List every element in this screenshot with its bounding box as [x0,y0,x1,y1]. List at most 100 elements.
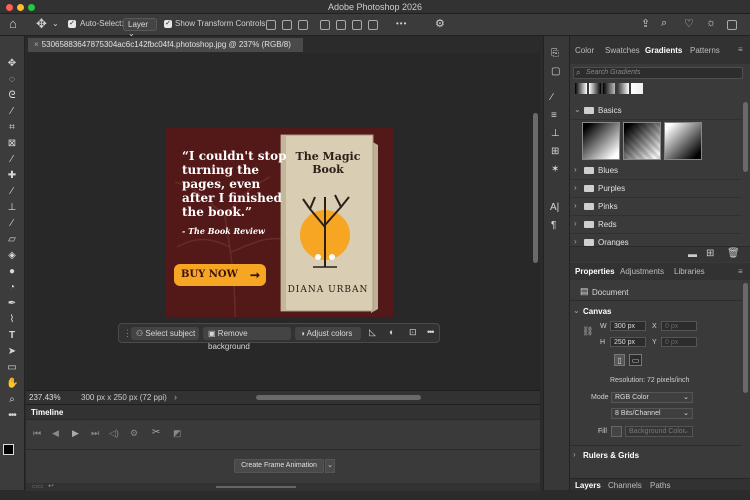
gradient-search-input[interactable]: ⌕ Search Gradients [573,67,743,79]
rectangle-tool-icon[interactable]: ▭ [6,362,18,373]
marquee-tool-icon[interactable]: ◌ [6,74,18,85]
heart-icon[interactable]: ♡ [684,17,694,30]
auto-select-checkbox[interactable]: ✓ [68,20,76,28]
align-left-icon[interactable] [266,20,276,30]
gradient-group-reds[interactable]: › Reds [570,216,742,234]
frame-tool-icon[interactable]: ⊠ [6,138,18,149]
gradient-swatch[interactable] [582,122,620,160]
canvas-area[interactable]: “I couldn't stop turning the pages, even… [26,53,540,390]
history-icon[interactable]: ⎘ [551,48,559,59]
foreground-color-swatch[interactable] [3,444,14,455]
transition-icon[interactable]: ◩ [173,428,182,439]
portrait-orientation-icon[interactable]: ▯ [614,354,625,366]
path-selection-icon[interactable]: ➤ [6,346,18,357]
tab-adjustments[interactable]: Adjustments [620,267,664,276]
adjustments-icon[interactable]: ≡ [551,110,557,121]
history-brush-icon[interactable]: ∕ [6,218,18,229]
create-frame-animation-button[interactable]: Create Frame Animation [234,459,324,473]
recent-gradient-swatch[interactable] [617,83,629,94]
stamp-tool-icon[interactable]: ⊥ [6,202,18,213]
gear-icon[interactable]: ⚙ [435,17,445,30]
distribute-icon[interactable] [368,20,378,30]
lightbulb-icon[interactable]: ☼ [706,17,716,29]
more-tools-icon[interactable]: ••• [6,410,18,421]
align-right-icon[interactable] [298,20,308,30]
glyphs-icon[interactable]: ⊞ [551,146,559,157]
recent-gradient-swatch[interactable] [603,83,615,94]
settings-icon[interactable]: ⚙ [130,428,138,439]
more-options-icon[interactable]: ••• [396,19,407,28]
tab-swatches[interactable]: Swatches [605,46,640,55]
align-center-icon[interactable] [282,20,292,30]
healing-brush-icon[interactable]: ✚ [6,170,18,181]
width-field[interactable]: 300 px [610,321,646,331]
tab-paths[interactable]: Paths [650,481,670,490]
tab-patterns[interactable]: Patterns [690,46,720,55]
search-icon[interactable]: ⌕ [661,17,667,30]
gradient-group-oranges[interactable]: › Oranges [570,234,742,246]
next-frame-icon[interactable]: ⏭ [91,428,99,439]
transform-icon[interactable]: ⊡ [409,327,417,338]
document-tab[interactable]: × 530658836478753​04ac6c142fbc04f4.photos… [28,38,303,52]
zoom-level[interactable]: 237.43% [29,393,61,402]
zoom-tool-icon[interactable]: ⌕ [6,394,18,405]
move-tool-icon[interactable]: ✥ [36,16,47,32]
move-tool-icon[interactable]: ✥ [6,58,18,69]
new-gradient-icon[interactable]: ⊞ [706,248,714,259]
canvas-vertical-scrollbar[interactable] [533,113,538,263]
pen-tool-icon-2[interactable]: ⌇ [6,314,18,325]
properties-scrollbar[interactable] [743,283,748,393]
align-bottom-icon[interactable] [352,20,362,30]
recent-gradient-swatch[interactable] [631,83,643,94]
auto-select-dropdown[interactable]: Layer ⌄ [123,18,157,38]
panel-menu-icon[interactable]: ≡ [738,267,743,276]
animation-dropdown-chevron-icon[interactable]: ⌄ [325,459,335,473]
clone-source-icon[interactable]: ⊥ [551,128,560,139]
select-subject-button[interactable]: ⚇ Select subject [131,327,199,340]
panel-menu-icon[interactable]: ≡ [738,45,743,54]
crop-tool-icon[interactable]: ⌗ [6,122,18,133]
comment-icon[interactable]: ▢ [551,66,560,77]
lasso-tool-icon[interactable]: ᘓ [6,90,18,101]
home-icon[interactable]: ⌂ [9,16,17,31]
adjust-colors-button[interactable]: ◑ Adjust colors [295,327,361,340]
chevron-right-icon[interactable]: › [174,392,177,402]
tab-properties[interactable]: Properties [575,267,615,276]
magic-wand-tool-icon[interactable]: ⁄ [6,106,18,117]
eraser-tool-icon[interactable]: ▱ [6,234,18,245]
gradient-group-blues[interactable]: › Blues [570,162,742,180]
gradients-scrollbar[interactable] [743,102,748,172]
workspace-icon[interactable] [727,20,737,30]
adjustment-layer-icon[interactable]: ◐ [389,327,394,337]
recent-gradient-swatch[interactable] [575,83,587,94]
fill-dropdown[interactable]: Background Color ⌄ [625,426,693,437]
brush-tool-icon[interactable]: ∕ [6,186,18,197]
canvas-horizontal-scrollbar[interactable] [256,395,421,400]
pen-tool-icon[interactable]: ✒ [6,298,18,309]
blur-tool-icon[interactable]: ● [6,266,18,277]
remove-background-button[interactable]: ▣ Remove background [203,327,291,351]
show-transform-checkbox[interactable]: ✓ [164,20,172,28]
tab-libraries[interactable]: Libraries [674,267,705,276]
align-middle-icon[interactable] [336,20,346,30]
paragraph-icon[interactable]: ¶ [551,220,556,231]
gradient-group-pinks[interactable]: › Pinks [570,198,742,216]
y-field[interactable]: 0 px [661,337,697,347]
mode-dropdown[interactable]: RGB Color ⌄ [611,392,693,403]
recent-gradient-swatch[interactable] [589,83,601,94]
hand-tool-icon[interactable]: ✋ [6,378,18,389]
type-tool-icon[interactable]: T [6,330,18,341]
tab-color[interactable]: Color [575,46,594,55]
buy-now-button[interactable]: BUY NOW ➞ [174,264,266,286]
gradient-swatch[interactable] [664,122,702,160]
tab-gradients[interactable]: Gradients [645,46,682,55]
convert-icon[interactable]: ↩ [48,482,54,490]
chevron-down-icon[interactable]: ⌄ [52,19,59,28]
brush-settings-icon[interactable]: ∕ [551,92,553,103]
character-icon[interactable]: A| [550,202,559,213]
landscape-orientation-icon[interactable]: ▭ [629,354,642,366]
close-tab-icon[interactable]: × [34,40,39,49]
delete-icon[interactable]: 🗑 [727,248,740,259]
link-icon[interactable]: ⛓ [582,326,593,337]
tab-layers[interactable]: Layers [575,481,601,490]
